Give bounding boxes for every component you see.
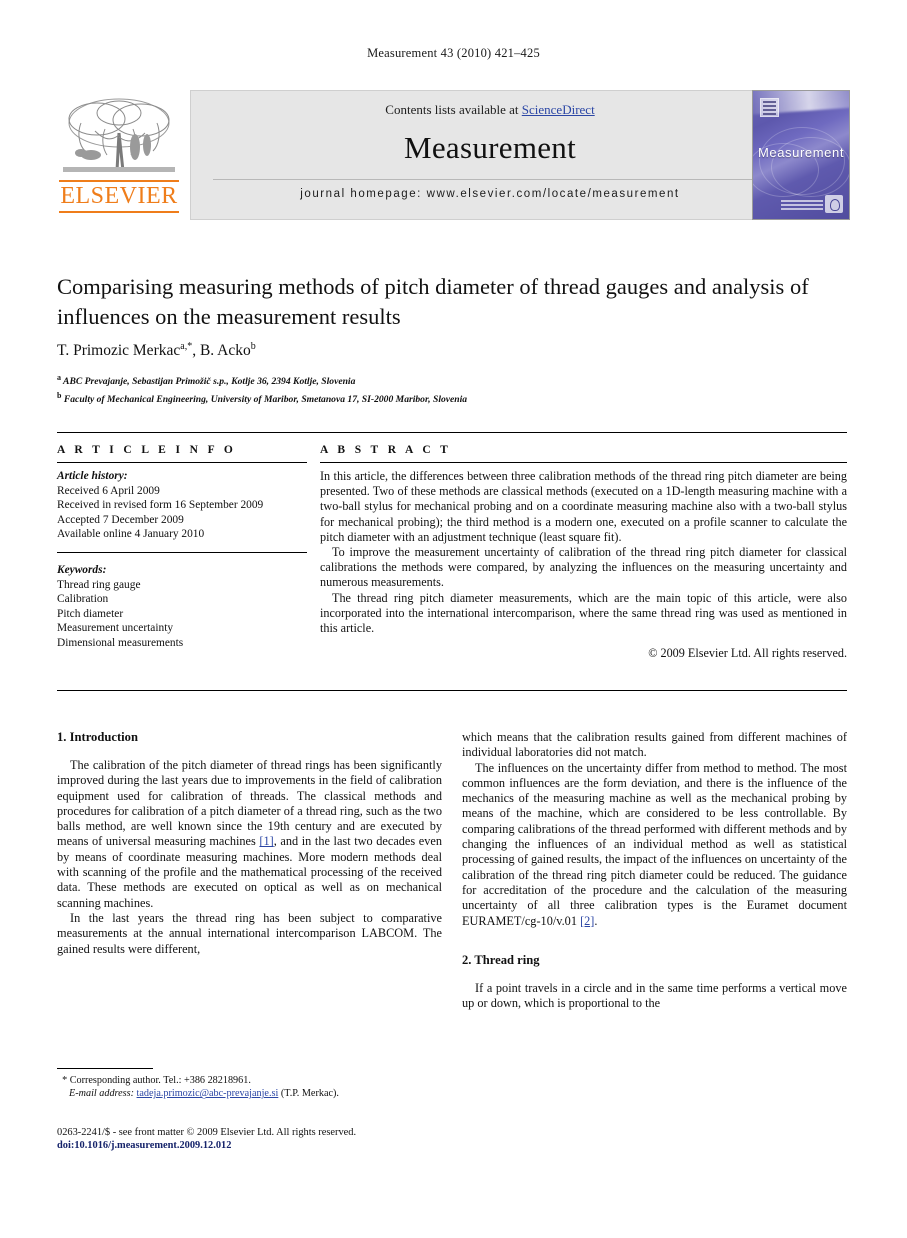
history-item: Accepted 7 December 2009: [57, 513, 184, 526]
body-paragraph: The calibration of the pitch diameter of…: [57, 758, 442, 911]
journal-title: Measurement: [403, 130, 576, 165]
reference-link-1[interactable]: [1]: [259, 834, 273, 848]
corresponding-author-note: * Corresponding author. Tel.: +386 28218…: [57, 1075, 251, 1086]
body-column-right: which means that the calibration results…: [462, 730, 847, 1011]
sciencedirect-link[interactable]: ScienceDirect: [522, 102, 595, 117]
keyword-item: Pitch diameter: [57, 607, 124, 620]
keyword-item: Dimensional measurements: [57, 636, 184, 649]
abstract-heading: A B S T R A C T: [320, 444, 452, 456]
paper-page: Measurement 43 (2010) 421–425 ELSEVIER C…: [0, 0, 907, 1238]
footnote-divider: [57, 1068, 153, 1069]
keyword-item: Thread ring gauge: [57, 578, 141, 591]
abstract-body: In this article, the differences between…: [320, 469, 847, 661]
affiliations: a ABC Prevajanje, Sebastijan Primožič s.…: [57, 371, 847, 406]
info-keywords-rule: [57, 552, 307, 553]
article-info-heading: A R T I C L E I N F O: [57, 444, 237, 456]
history-label: Article history:: [57, 470, 128, 482]
article-info-history: Article history: Received 6 April 2009 R…: [57, 469, 307, 542]
affiliation-b: b Faculty of Mechanical Engineering, Uni…: [57, 390, 468, 405]
body-paragraph: which means that the calibration results…: [462, 730, 847, 760]
reference-link-2[interactable]: [2]: [580, 914, 594, 928]
body-paragraph: The influences on the uncertainty differ…: [462, 761, 847, 929]
journal-masthead: ELSEVIER Contents lists available at Sci…: [57, 90, 850, 222]
logo-rule-bottom: [59, 211, 179, 213]
abstract-paragraph: The thread ring pitch diameter measureme…: [320, 590, 847, 636]
keywords-label: Keywords:: [57, 564, 107, 576]
footnote-block: * Corresponding author. Tel.: +386 28218…: [57, 1074, 447, 1101]
elsevier-wordmark: ELSEVIER: [60, 183, 178, 209]
imprint-block: 0263-2241/$ - see front matter © 2009 El…: [57, 1126, 457, 1153]
journal-homepage[interactable]: journal homepage: www.elsevier.com/locat…: [191, 188, 789, 200]
abstract-copyright: © 2009 Elsevier Ltd. All rights reserved…: [648, 646, 847, 661]
affiliation-b-text: Faculty of Mechanical Engineering, Unive…: [63, 393, 468, 405]
email-owner: (T.P. Merkac).: [280, 1088, 339, 1100]
email-note: E-mail address: tadeja.primozic@abc-prev…: [57, 1087, 447, 1100]
cover-footer-lines: [781, 200, 823, 212]
body-text: .: [594, 913, 598, 928]
logo-rule-top: [59, 180, 179, 182]
journal-cover-thumbnail[interactable]: Measurement: [752, 90, 850, 220]
affiliation-a: a ABC Prevajanje, Sebastijan Primožič s.…: [57, 373, 356, 388]
body-paragraph: If a point travels in a circle and in th…: [462, 980, 847, 1011]
email-link[interactable]: tadeja.primozic@abc-prevajanje.si: [137, 1088, 279, 1099]
abstract-heading-rule: [320, 462, 847, 463]
author-list: T. Primozic Merkaca,*, B. Ackob: [57, 341, 256, 360]
running-head: Measurement 43 (2010) 421–425: [367, 46, 540, 60]
section-heading-introduction: 1. Introduction: [57, 730, 138, 744]
elsevier-logo: ELSEVIER: [57, 91, 181, 219]
corresponding-author-text: Corresponding author. Tel.: +386 2821896…: [69, 1075, 251, 1086]
history-item: Available online 4 January 2010: [57, 528, 205, 541]
doi-line: doi:10.1016/j.measurement.2009.12.012: [57, 1140, 232, 1152]
article-info-keywords: Keywords: Thread ring gauge Calibration …: [57, 563, 307, 651]
info-top-rule: [57, 432, 847, 433]
keyword-item: Measurement uncertainty: [57, 622, 174, 635]
elsevier-tree-icon: [61, 93, 177, 181]
affiliation-a-text: ABC Prevajanje, Sebastijan Primožič s.p.…: [63, 376, 356, 388]
abstract-paragraph: In this article, the differences between…: [320, 469, 847, 544]
history-item: Received 6 April 2009: [57, 484, 160, 497]
abstract-paragraph: To improve the measurement uncertainty o…: [320, 545, 847, 590]
body-text: The influences on the uncertainty differ…: [462, 760, 847, 928]
info-bottom-rule: [57, 690, 847, 691]
issn-copyright-line: 0263-2241/$ - see front matter © 2009 El…: [57, 1127, 357, 1138]
contents-prefix: Contents lists available at: [385, 102, 522, 117]
masthead-divider: [213, 179, 769, 180]
email-label: E-mail address:: [69, 1088, 134, 1100]
body-paragraph: In the last years the thread ring has be…: [57, 910, 442, 956]
info-heading-rule: [57, 462, 307, 463]
keyword-item: Calibration: [57, 593, 109, 606]
cover-publisher-mark-icon: [760, 98, 779, 117]
body-column-left: 1. Introduction The calibration of the p…: [57, 730, 442, 957]
contents-available-line: Contents lists available at ScienceDirec…: [191, 102, 789, 118]
page-title: Comparising measuring methods of pitch d…: [57, 274, 809, 329]
history-item: Received in revised form 16 September 20…: [57, 499, 264, 512]
masthead-band: Contents lists available at ScienceDirec…: [190, 90, 790, 220]
section-heading-thread-ring: 2. Thread ring: [462, 952, 540, 967]
cover-title: Measurement: [757, 145, 845, 160]
cover-badge-icon: [825, 195, 843, 213]
